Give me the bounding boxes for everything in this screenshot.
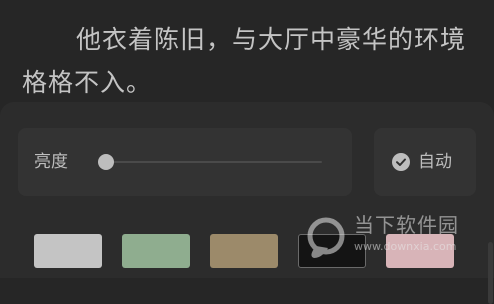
brightness-label: 亮度 [34,152,68,172]
auto-brightness-label: 自动 [418,152,452,172]
watermark-url: www.downxia.com [354,240,457,253]
watermark: 当下软件园 www.downxia.com [300,210,490,270]
theme-swatch-gray[interactable] [34,234,102,268]
reader-paragraph: 他衣着陈旧，与大厅中豪华的环境格格不入。 [22,25,467,97]
watermark-name: 当下软件园 [354,213,459,237]
auto-brightness-toggle[interactable]: 自动 [374,128,476,196]
theme-swatch-green[interactable] [122,234,190,268]
check-circle-icon [392,153,410,171]
brightness-slider-track[interactable] [104,161,322,163]
brightness-control: 亮度 [18,128,352,196]
theme-swatch-tan[interactable] [210,234,278,268]
watermark-logo-icon [307,217,345,258]
brightness-slider-knob[interactable] [98,154,114,170]
